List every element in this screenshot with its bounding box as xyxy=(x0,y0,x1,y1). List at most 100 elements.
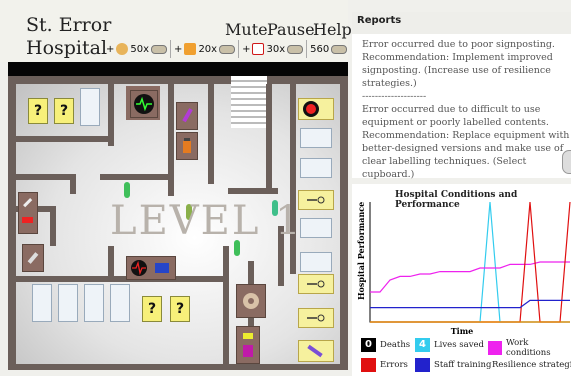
legend-staff-training: Staff training xyxy=(415,358,491,372)
empty-bed[interactable] xyxy=(32,284,52,322)
legend-label: Lives saved xyxy=(434,340,484,350)
buy-staff-button[interactable]: + 50x xyxy=(103,40,170,58)
thumbs-up-icon xyxy=(184,43,197,55)
checkbox-icon xyxy=(252,43,265,55)
legend-swatch xyxy=(415,358,430,372)
report-entry: Error occurred due to poor signposting. xyxy=(362,39,555,50)
key-icon xyxy=(307,280,325,288)
medicine-bottle-icon xyxy=(183,138,191,153)
wall xyxy=(266,84,272,194)
syringe-icon xyxy=(22,198,33,223)
scanner-icon xyxy=(243,293,259,309)
monitor-cupboard[interactable] xyxy=(126,256,176,280)
report-entry: Recommendation: Implement improved signp… xyxy=(362,52,553,89)
stairs xyxy=(231,76,267,128)
supply-cupboard[interactable] xyxy=(18,192,38,234)
legend-deaths: 0 Deaths xyxy=(361,338,410,352)
wall xyxy=(8,76,348,84)
wall xyxy=(290,84,296,274)
performance-chart: Hospital Performance Time xyxy=(356,202,571,336)
patient-bed-needs-attention[interactable]: ? xyxy=(54,98,74,124)
key-icon xyxy=(307,314,325,322)
wall xyxy=(108,246,114,282)
scanner[interactable] xyxy=(236,284,266,318)
legend-errors: Errors xyxy=(361,358,408,372)
empty-bed[interactable] xyxy=(300,218,332,238)
purchase-toolbar: + 50x + 20x + 30x 560 xyxy=(103,40,348,58)
level-label: LEVEL 1 xyxy=(110,198,303,244)
wall xyxy=(16,174,76,180)
wall xyxy=(70,174,76,194)
patient-bed-needs-attention[interactable]: ? xyxy=(28,98,48,124)
plus-label: + xyxy=(106,43,115,55)
bed-station[interactable] xyxy=(298,190,334,210)
legend-label: Errors xyxy=(380,360,408,370)
empty-bed[interactable] xyxy=(300,252,332,272)
plus-label: + xyxy=(242,43,251,55)
mute-button[interactable]: Mute xyxy=(225,20,268,39)
reports-title: Reports xyxy=(357,15,402,26)
wall xyxy=(186,276,228,282)
bed-station[interactable] xyxy=(298,308,334,328)
top-bar: St. Error Hospital Mute Pause Help + 50x… xyxy=(0,0,352,62)
alert-icon xyxy=(303,101,319,117)
reports-log: Error occurred due to poor signposting. … xyxy=(362,38,570,181)
buy-checklist-button[interactable]: + 30x xyxy=(238,40,306,58)
medicine-cupboard-lower[interactable] xyxy=(236,326,260,364)
help-button[interactable]: Help xyxy=(313,20,352,39)
lives-count: 4 xyxy=(415,338,430,352)
x-axis-label: Time xyxy=(451,326,474,336)
legend-work-conditions: Work conditions xyxy=(488,338,571,358)
title-line-1: St. Error xyxy=(26,14,112,36)
reports-scroll-handle[interactable] xyxy=(562,150,571,174)
cost-label: 50x xyxy=(130,43,150,55)
bed-station[interactable] xyxy=(298,274,334,294)
empty-bed[interactable] xyxy=(58,284,78,322)
empty-bed[interactable] xyxy=(110,284,130,322)
patient-bed-needs-attention[interactable]: ? xyxy=(142,296,162,322)
empty-bed[interactable] xyxy=(300,158,332,178)
bed-station[interactable] xyxy=(298,340,334,362)
series-line-work-conditions xyxy=(370,261,570,293)
wall xyxy=(100,174,170,180)
empty-bed[interactable] xyxy=(300,128,332,148)
deaths-count: 0 xyxy=(361,338,376,352)
y-axis-label: Hospital Performance xyxy=(356,202,366,300)
pause-button[interactable]: Pause xyxy=(267,20,315,39)
staff-member[interactable] xyxy=(124,182,130,198)
game-title: St. Error Hospital xyxy=(26,14,111,60)
hand-icon xyxy=(151,44,168,54)
wall xyxy=(228,188,278,194)
pen-cupboard[interactable] xyxy=(176,102,198,130)
cost-label: 20x xyxy=(198,43,218,55)
key-icon xyxy=(307,196,325,204)
legend-label: Work conditions xyxy=(505,338,551,358)
wall xyxy=(108,84,114,146)
money-display: 560 xyxy=(306,40,350,58)
legend-swatch xyxy=(488,341,502,355)
bed-station[interactable] xyxy=(298,98,334,120)
heart-monitor[interactable] xyxy=(130,90,158,118)
medicine-cupboard[interactable] xyxy=(176,132,198,160)
legend-lives-saved: 4 Lives saved xyxy=(415,338,484,352)
wall xyxy=(8,364,348,370)
pencil-icon xyxy=(182,108,193,123)
report-entry: Recommendation: Replace equipment with b… xyxy=(362,130,570,180)
heart-monitor-icon xyxy=(134,94,154,114)
legend-resilience: Resilience strategie xyxy=(488,358,571,372)
empty-bed[interactable] xyxy=(80,88,100,126)
series-line-staff-training xyxy=(370,299,570,309)
medicine-bottle-icon xyxy=(243,333,253,357)
patient-bed-needs-attention[interactable]: ? xyxy=(170,296,190,322)
cost-label: 30x xyxy=(266,43,286,55)
empty-bed[interactable] xyxy=(84,284,104,322)
legend-label: Resilience strategie xyxy=(492,360,571,370)
buy-morale-button[interactable]: + 20x xyxy=(170,40,238,58)
syringe-cupboard[interactable] xyxy=(22,244,44,272)
heart-monitor-icon xyxy=(131,260,169,276)
status-bar xyxy=(8,62,348,76)
hospital-map[interactable]: ? ? ? ? LEVEL 1 xyxy=(8,76,348,370)
wall xyxy=(8,76,16,370)
legend-label: Staff training xyxy=(434,360,492,370)
wall xyxy=(208,84,214,184)
